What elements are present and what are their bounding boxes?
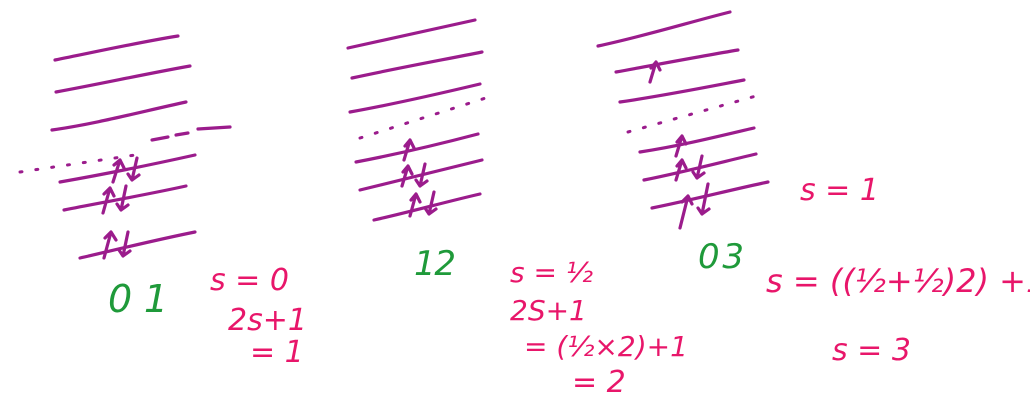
diagram-3: 0 3 s = 1 s = ((½+½)2) +1 s = 3 bbox=[596, 10, 1030, 368]
empty-level-line bbox=[53, 34, 180, 62]
dashed-fermi-line bbox=[150, 125, 232, 142]
multiplicity-formula: s = ((½+½)2) +1 bbox=[766, 262, 1030, 300]
term-label: 0 1 bbox=[108, 277, 168, 321]
multiplicity-formula: 2s+1 bbox=[228, 303, 307, 338]
empty-level-line bbox=[350, 50, 484, 80]
whiteboard-canvas: 0 1 s = 0 2s+1 = 1 1 2 s = ½ 2S+1 = (½×2… bbox=[0, 0, 1030, 414]
spin-down-arrow bbox=[423, 190, 438, 216]
diagram-1: 0 1 s = 0 2s+1 = 1 bbox=[18, 34, 307, 370]
handwritten-diagram: 0 1 s = 0 2s+1 = 1 1 2 s = ½ 2S+1 = (½×2… bbox=[18, 10, 1030, 400]
filled-level-line bbox=[78, 230, 197, 260]
dotted-fermi-line bbox=[626, 94, 758, 134]
diagram-2: 1 2 s = ½ 2S+1 = (½×2)+1 = 2 bbox=[346, 18, 688, 400]
multiplicity-formula: 2S+1 bbox=[510, 294, 587, 327]
spin-up-arrow bbox=[648, 60, 662, 84]
empty-level-line bbox=[618, 78, 746, 104]
multiplicity-expansion: = (½×2)+1 bbox=[524, 330, 688, 363]
filled-level-line bbox=[372, 192, 482, 222]
term-label: 1 2 bbox=[414, 244, 456, 284]
filled-level-line bbox=[650, 180, 770, 210]
empty-level-line bbox=[596, 10, 732, 48]
empty-level-line bbox=[614, 48, 740, 74]
spin-up-arrow bbox=[408, 192, 422, 218]
term-label: 0 3 bbox=[698, 237, 744, 277]
spin-up-arrow bbox=[102, 230, 118, 260]
spin-down-arrow bbox=[117, 230, 132, 258]
multiplicity-value: = 2 bbox=[572, 365, 626, 400]
empty-level-line bbox=[346, 18, 477, 50]
dotted-fermi-line bbox=[358, 94, 494, 140]
spin-value: s = ½ bbox=[510, 256, 593, 289]
filled-level-line bbox=[354, 132, 480, 164]
spin-value: s = 1 bbox=[800, 173, 879, 208]
spin-value: s = 0 bbox=[210, 263, 289, 298]
empty-level-line bbox=[348, 82, 482, 114]
multiplicity-value: s = 3 bbox=[832, 333, 911, 368]
spin-up-arrow bbox=[678, 194, 694, 230]
empty-level-line bbox=[50, 100, 188, 132]
filled-level-line bbox=[58, 153, 197, 184]
empty-level-line bbox=[54, 64, 192, 94]
multiplicity-value: = 1 bbox=[250, 335, 304, 370]
filled-level-line bbox=[638, 126, 756, 154]
